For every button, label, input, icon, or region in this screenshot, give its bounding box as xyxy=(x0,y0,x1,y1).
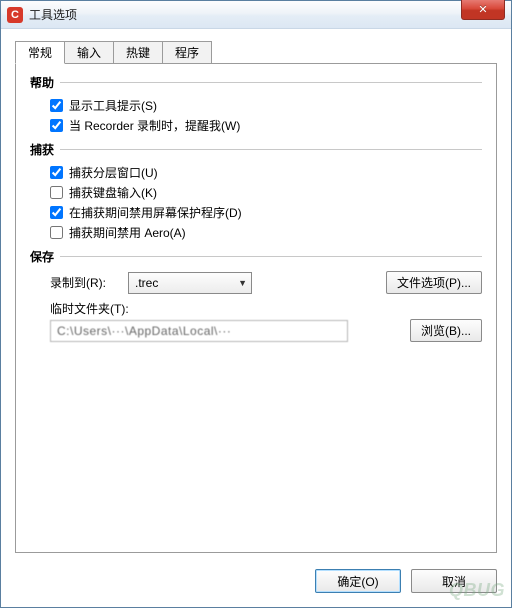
tab-panel-general: 帮助 显示工具提示(S) 当 Recorder 录制时，提醒我(W) 捕获 xyxy=(15,63,497,553)
tab-input[interactable]: 输入 xyxy=(64,41,114,64)
client-area: 常规 输入 热键 程序 帮助 显示工具提示(S) 当 Recorder 录制时，… xyxy=(1,29,511,563)
section-header-save: 保存 xyxy=(30,248,482,265)
section-header-help: 帮助 xyxy=(30,74,482,91)
label-keyboard-input: 捕获键盘输入(K) xyxy=(69,184,157,201)
combo-record-format[interactable]: .trec ▼ xyxy=(128,272,252,294)
opt-remind-recording[interactable]: 当 Recorder 录制时，提醒我(W) xyxy=(50,115,482,135)
section-header-capture: 捕获 xyxy=(30,141,482,158)
close-icon: ✕ xyxy=(478,3,487,16)
checkbox-disable-aero[interactable] xyxy=(50,226,63,239)
row-temp-folder: C:\Users\···\AppData\Local\··· 浏览(B)... xyxy=(50,319,482,342)
checkbox-show-tooltips[interactable] xyxy=(50,99,63,112)
dialog-footer: 确定(O) 取消 xyxy=(1,563,511,607)
section-title-help: 帮助 xyxy=(30,74,54,91)
tab-hotkeys[interactable]: 热键 xyxy=(113,41,163,64)
browse-button[interactable]: 浏览(B)... xyxy=(410,319,482,342)
section-divider xyxy=(60,256,482,257)
label-show-tooltips: 显示工具提示(S) xyxy=(69,97,157,114)
label-layered-windows: 捕获分层窗口(U) xyxy=(69,164,158,181)
ok-button[interactable]: 确定(O) xyxy=(315,569,401,593)
combo-record-format-value: .trec xyxy=(135,276,158,290)
tool-options-dialog: C 工具选项 ✕ 常规 输入 热键 程序 帮助 显示工具提示(S) xyxy=(0,0,512,608)
titlebar: C 工具选项 ✕ xyxy=(1,1,511,29)
checkbox-layered-windows[interactable] xyxy=(50,166,63,179)
checkbox-disable-screensaver[interactable] xyxy=(50,206,63,219)
temp-folder-path[interactable]: C:\Users\···\AppData\Local\··· xyxy=(50,320,348,342)
checkbox-remind-recording[interactable] xyxy=(50,119,63,132)
label-remind-recording: 当 Recorder 录制时，提醒我(W) xyxy=(69,117,240,134)
section-divider xyxy=(60,149,482,150)
label-disable-screensaver: 在捕获期间禁用屏幕保护程序(D) xyxy=(69,204,242,221)
help-options: 显示工具提示(S) 当 Recorder 录制时，提醒我(W) xyxy=(50,95,482,135)
row-record-to: 录制到(R): .trec ▼ 文件选项(P)... xyxy=(50,271,482,294)
section-divider xyxy=(60,82,482,83)
opt-disable-screensaver[interactable]: 在捕获期间禁用屏幕保护程序(D) xyxy=(50,202,482,222)
file-options-button[interactable]: 文件选项(P)... xyxy=(386,271,482,294)
tab-program[interactable]: 程序 xyxy=(162,41,212,64)
section-title-save: 保存 xyxy=(30,248,54,265)
opt-layered-windows[interactable]: 捕获分层窗口(U) xyxy=(50,162,482,182)
window-title: 工具选项 xyxy=(29,6,77,23)
label-record-to: 录制到(R): xyxy=(50,274,122,291)
label-disable-aero: 捕获期间禁用 Aero(A) xyxy=(69,224,186,241)
app-icon: C xyxy=(7,7,23,23)
tab-general[interactable]: 常规 xyxy=(15,41,65,64)
opt-disable-aero[interactable]: 捕获期间禁用 Aero(A) xyxy=(50,222,482,242)
section-title-capture: 捕获 xyxy=(30,141,54,158)
cancel-button[interactable]: 取消 xyxy=(411,569,497,593)
checkbox-keyboard-input[interactable] xyxy=(50,186,63,199)
capture-options: 捕获分层窗口(U) 捕获键盘输入(K) 在捕获期间禁用屏幕保护程序(D) 捕获期… xyxy=(50,162,482,242)
chevron-down-icon: ▼ xyxy=(238,278,247,288)
opt-keyboard-input[interactable]: 捕获键盘输入(K) xyxy=(50,182,482,202)
opt-show-tooltips[interactable]: 显示工具提示(S) xyxy=(50,95,482,115)
row-temp-folder-label: 临时文件夹(T): xyxy=(50,300,482,317)
tab-strip: 常规 输入 热键 程序 xyxy=(15,41,497,63)
close-button[interactable]: ✕ xyxy=(461,0,505,20)
label-temp-folder: 临时文件夹(T): xyxy=(50,300,129,317)
